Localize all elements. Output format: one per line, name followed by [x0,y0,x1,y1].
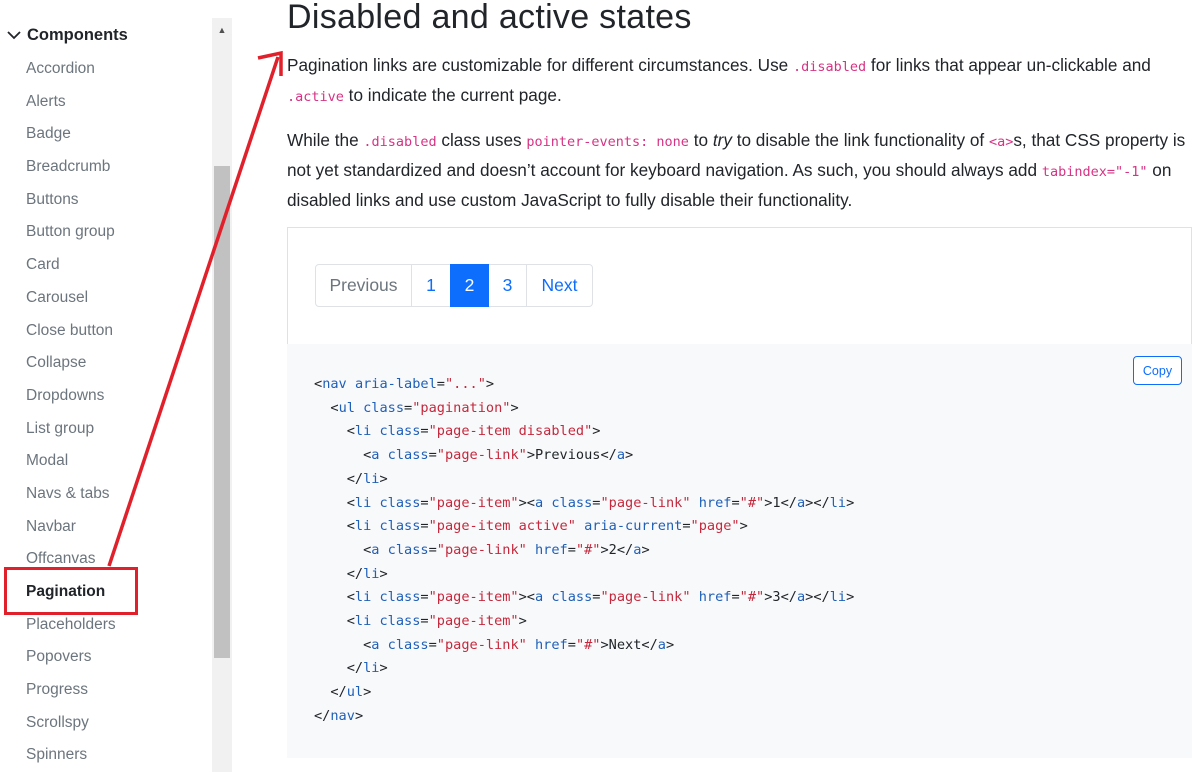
sidebar-list: Accordion Alerts Badge Breadcrumb Button… [26,53,116,772]
page-2-link[interactable]: 2 [450,264,489,307]
emphasis-try: try [712,130,732,150]
inline-code-tabindex: tabindex="-1" [1041,164,1148,180]
sidebar-item-badge[interactable]: Badge [26,118,116,151]
intro-paragraph: Pagination links are customizable for di… [287,55,1151,105]
sidebar-item-close-button[interactable]: Close button [26,315,116,348]
sidebar-item-progress[interactable]: Progress [26,674,116,707]
page-1-link[interactable]: 1 [411,264,451,307]
sidebar-item-alerts[interactable]: Alerts [26,86,116,119]
sidebar-item-card[interactable]: Card [26,249,116,282]
sidebar-item-accordion[interactable]: Accordion [26,53,116,86]
sidebar-item-scrollspy[interactable]: Scrollspy [26,707,116,740]
page-previous-button[interactable]: Previous [315,264,412,307]
inline-code-disabled: .disabled [363,134,437,150]
code-snippet: Copy <nav aria-label="..."> <ul class="p… [287,344,1192,758]
sidebar: Components Accordion Alerts Badge Breadc… [0,0,212,772]
sidebar-item-list-group[interactable]: List group [26,413,116,446]
scroll-up-arrow-icon[interactable]: ▲ [212,22,232,38]
sidebar-item-button-group[interactable]: Button group [26,216,116,249]
sidebar-item-breadcrumb[interactable]: Breadcrumb [26,151,116,184]
chevron-down-icon [7,31,21,40]
sidebar-section-components[interactable]: Components [6,22,128,48]
sidebar-item-collapse[interactable]: Collapse [26,347,116,380]
inline-code-anchor: <a> [988,134,1014,150]
inline-code-disabled: .disabled [793,59,867,75]
sidebar-item-buttons[interactable]: Buttons [26,184,116,217]
page-next-button[interactable]: Next [526,264,593,307]
sidebar-item-carousel[interactable]: Carousel [26,282,116,315]
inline-code-pointer-events: pointer-events: none [526,134,689,150]
sidebar-item-modal[interactable]: Modal [26,445,116,478]
sidebar-item-popovers[interactable]: Popovers [26,641,116,674]
note-paragraph: While the .disabled class uses pointer-e… [287,130,1186,210]
sidebar-item-spinners[interactable]: Spinners [26,739,116,772]
example-preview: Previous 1 2 3 Next [287,227,1192,344]
code-block: <nav aria-label="..."> <ul class="pagina… [314,376,855,724]
pagination: Previous 1 2 3 Next [315,264,593,307]
sidebar-section-label: Components [27,25,128,44]
page-3-link[interactable]: 3 [488,264,527,307]
sidebar-scrollbar[interactable]: ▲ [212,18,232,772]
highlight-box-annotation [4,567,138,615]
sidebar-item-navbar[interactable]: Navbar [26,511,116,544]
scrollbar-thumb[interactable] [214,166,230,658]
page-title: Disabled and active states [287,0,692,36]
sidebar-item-navs-tabs[interactable]: Navs & tabs [26,478,116,511]
sidebar-item-dropdowns[interactable]: Dropdowns [26,380,116,413]
inline-code-active: .active [287,89,344,105]
copy-button[interactable]: Copy [1133,356,1182,385]
